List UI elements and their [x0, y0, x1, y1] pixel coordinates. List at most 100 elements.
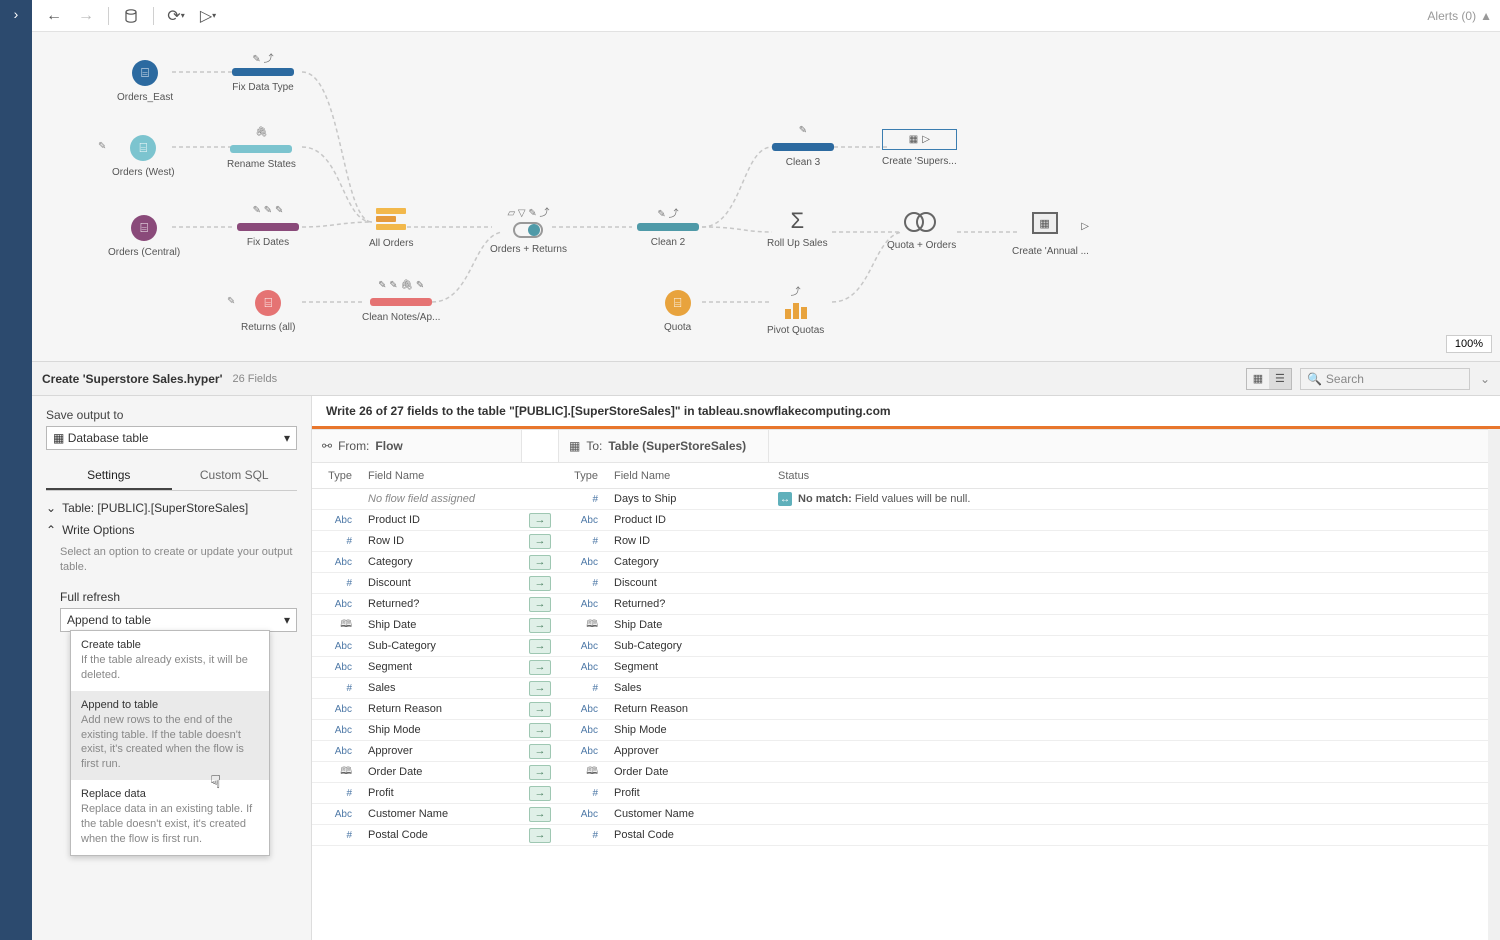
map-arrow[interactable]: → — [522, 678, 558, 699]
from-field-row[interactable]: #Postal Code — [312, 825, 522, 846]
option-replace-data[interactable]: Replace data Replace data in an existing… — [71, 780, 269, 855]
from-field-row[interactable]: AbcCustomer Name — [312, 804, 522, 825]
alerts-indicator[interactable]: Alerts (0) ▲ — [1427, 9, 1492, 23]
map-arrow[interactable]: → — [522, 636, 558, 657]
zoom-level[interactable]: 100% — [1446, 335, 1492, 353]
node-orders-returns[interactable]: ▱ ▽ ✎ ⤴ Orders + Returns — [490, 204, 567, 255]
from-field-row[interactable]: AbcReturn Reason — [312, 699, 522, 720]
map-arrow[interactable] — [522, 489, 558, 510]
write-option-dropdown[interactable]: Append to table▾ — [60, 608, 297, 632]
from-field-row[interactable]: 🕮Order Date — [312, 762, 522, 783]
to-field-row[interactable]: AbcCategory — [558, 552, 768, 573]
tab-custom-sql[interactable]: Custom SQL — [172, 462, 298, 490]
expand-rail-button[interactable]: › — [0, 0, 32, 28]
to-field-row[interactable]: #Days to Ship — [558, 489, 768, 510]
view-grid-button[interactable]: ▦ — [1247, 369, 1269, 389]
run-button[interactable]: ▷▾ — [194, 2, 222, 30]
to-field-row[interactable]: #Postal Code — [558, 825, 768, 846]
node-quota-orders[interactable]: Quota + Orders — [887, 212, 956, 251]
map-arrow[interactable]: → — [522, 615, 558, 636]
node-fix-dates[interactable]: ✎ ✎ ✎ Fix Dates — [237, 205, 299, 248]
node-create-annual[interactable]: ▦▷ Create 'Annual ... — [1012, 212, 1089, 257]
map-arrow[interactable]: → — [522, 804, 558, 825]
node-fix-data-type[interactable]: ✎ ⤴ Fix Data Type — [232, 50, 294, 93]
node-all-orders[interactable]: All Orders — [369, 208, 413, 249]
to-field-row[interactable]: AbcReturn Reason — [558, 699, 768, 720]
tab-settings[interactable]: Settings — [46, 462, 172, 490]
status-row — [768, 699, 1488, 720]
map-arrow[interactable]: → — [522, 825, 558, 846]
node-create-superstore[interactable]: ▦▷ Create 'Supers... — [882, 129, 957, 167]
write-options-hint: Select an option to create or update you… — [46, 545, 297, 576]
from-field-row[interactable]: AbcCategory — [312, 552, 522, 573]
join-icon — [513, 222, 543, 238]
node-rename-states[interactable]: 🖇 Rename States — [227, 127, 296, 170]
node-pivot-quotas[interactable]: ⤴ Pivot Quotas — [767, 283, 824, 336]
node-clean2[interactable]: ✎ ⤴ Clean 2 — [637, 205, 699, 248]
map-arrow[interactable]: → — [522, 699, 558, 720]
from-field-row[interactable]: AbcSub-Category — [312, 636, 522, 657]
left-rail: › — [0, 0, 32, 940]
to-field-row[interactable]: AbcReturned? — [558, 594, 768, 615]
from-field-row[interactable]: #Profit — [312, 783, 522, 804]
chevron-down-icon: ▾ — [284, 613, 290, 627]
map-arrow[interactable]: → — [522, 657, 558, 678]
node-returns-all[interactable]: ✎⌸ Returns (all) — [241, 290, 295, 333]
data-connection-button[interactable] — [117, 2, 145, 30]
node-orders-central[interactable]: ⌸ Orders (Central) — [108, 215, 180, 258]
from-field-row[interactable]: #Row ID — [312, 531, 522, 552]
to-field-row[interactable]: #Discount — [558, 573, 768, 594]
node-quota[interactable]: ⌸ Quota — [664, 290, 691, 333]
save-output-dropdown[interactable]: ▦ Database table▾ — [46, 426, 297, 450]
flow-canvas[interactable]: ⌸ Orders_East ✎⌸ Orders (West) ⌸ Orders … — [32, 32, 1500, 362]
status-row — [768, 552, 1488, 573]
map-arrow[interactable]: → — [522, 594, 558, 615]
forward-button[interactable]: → — [72, 2, 100, 30]
write-options-accordion[interactable]: ⌃Write Options — [46, 523, 297, 537]
table-accordion[interactable]: ⌄Table: [PUBLIC].[SuperStoreSales] — [46, 501, 297, 515]
from-field-row[interactable]: 🕮Ship Date — [312, 615, 522, 636]
node-orders-west[interactable]: ✎⌸ Orders (West) — [112, 135, 175, 178]
node-clean3[interactable]: ✎ Clean 3 — [772, 125, 834, 168]
status-row — [768, 678, 1488, 699]
from-field-row[interactable]: #Discount — [312, 573, 522, 594]
map-arrow[interactable]: → — [522, 531, 558, 552]
to-field-row[interactable]: #Row ID — [558, 531, 768, 552]
to-field-row[interactable]: AbcProduct ID — [558, 510, 768, 531]
status-row — [768, 636, 1488, 657]
to-field-row[interactable]: AbcCustomer Name — [558, 804, 768, 825]
vertical-scrollbar[interactable] — [1488, 429, 1500, 940]
refresh-button[interactable]: ⟳▾ — [162, 2, 190, 30]
search-input[interactable]: 🔍 Search — [1300, 368, 1470, 390]
option-create-table[interactable]: Create table If the table already exists… — [71, 631, 269, 691]
to-field-row[interactable]: #Profit — [558, 783, 768, 804]
map-arrow[interactable]: → — [522, 720, 558, 741]
from-field-row[interactable]: AbcShip Mode — [312, 720, 522, 741]
option-append-to-table[interactable]: Append to table Add new rows to the end … — [71, 691, 269, 780]
node-orders-east[interactable]: ⌸ Orders_East — [117, 60, 173, 103]
node-clean-notes[interactable]: ✎ ✎ 🖇 ✎ Clean Notes/Ap... — [362, 280, 440, 323]
to-field-row[interactable]: AbcSub-Category — [558, 636, 768, 657]
to-field-row[interactable]: AbcShip Mode — [558, 720, 768, 741]
view-list-button[interactable]: ☰ — [1269, 369, 1291, 389]
from-field-row[interactable]: AbcSegment — [312, 657, 522, 678]
to-field-row[interactable]: 🕮Ship Date — [558, 615, 768, 636]
map-arrow[interactable]: → — [522, 762, 558, 783]
from-field-row[interactable]: AbcProduct ID — [312, 510, 522, 531]
from-field-row[interactable]: AbcApprover — [312, 741, 522, 762]
node-rollup[interactable]: Σ Roll Up Sales — [767, 208, 828, 249]
to-field-row[interactable]: AbcSegment — [558, 657, 768, 678]
map-arrow[interactable]: → — [522, 552, 558, 573]
map-arrow[interactable]: → — [522, 573, 558, 594]
back-button[interactable]: ← — [40, 2, 68, 30]
from-field-row[interactable]: AbcReturned? — [312, 594, 522, 615]
to-field-row[interactable]: #Sales — [558, 678, 768, 699]
collapse-pane-button[interactable]: ⌄ — [1480, 372, 1490, 386]
map-arrow[interactable]: → — [522, 510, 558, 531]
map-arrow[interactable]: → — [522, 741, 558, 762]
to-field-row[interactable]: AbcApprover — [558, 741, 768, 762]
map-arrow[interactable]: → — [522, 783, 558, 804]
to-field-row[interactable]: 🕮Order Date — [558, 762, 768, 783]
from-field-row[interactable]: #Sales — [312, 678, 522, 699]
from-field-row[interactable]: No flow field assigned — [312, 489, 522, 510]
